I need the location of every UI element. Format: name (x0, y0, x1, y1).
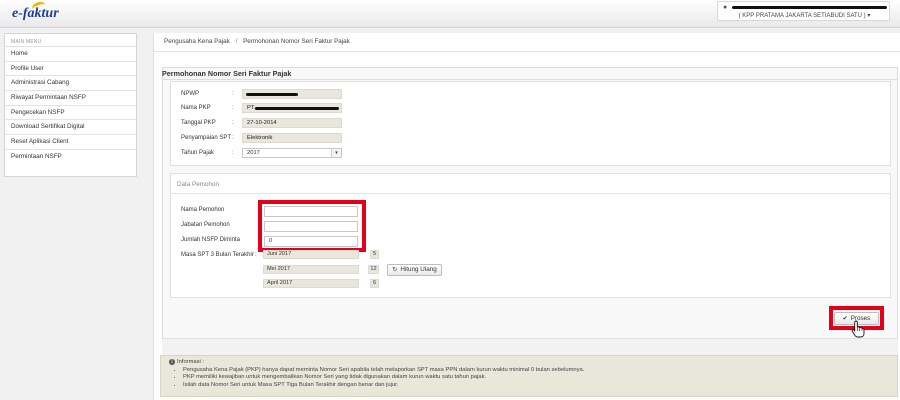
masa-period-3: April 2017 (263, 279, 359, 288)
tanggal-pkp-label: Tanggal PKP (181, 120, 216, 126)
info-item: Pengusaha Kena Pajak (PKP) hanya dapat m… (183, 367, 584, 374)
jabatan-pemohon-label: Jabatan Pemohon (181, 222, 230, 228)
masa-count-3: 6 (370, 279, 379, 288)
user-office: ( KPP PRATAMA JAKARTA SETIABUDI SATU ) ▾ (738, 13, 871, 19)
jumlah-nsfp-label: Jumlah NSFP Diminta (181, 237, 240, 243)
sidebar-item-permintaan-nsfp[interactable]: Permintaan NSFP (5, 150, 136, 165)
masa-period-1: Juni 2017 (263, 250, 359, 259)
chevron-down-icon: ▾ (867, 13, 871, 19)
sidebar: MAIN MENU Home Profile User Administrasi… (4, 33, 137, 177)
info-list: Pengusaha Kena Pajak (PKP) hanya dapat m… (177, 367, 584, 389)
panel-title-divider (162, 79, 898, 80)
nama-pemohon-label: Nama Pemohon (181, 207, 225, 213)
masa-period-2: Mei 2017 (263, 265, 359, 274)
hitung-ulang-button[interactable]: ↻ Hitung Ulang (387, 264, 442, 276)
sidebar-item-home[interactable]: Home (5, 47, 136, 62)
tahun-pajak-colon: : (232, 150, 234, 156)
breadcrumb: Pengusaha Kena Pajak / Permohonan Nomor … (164, 38, 350, 45)
info-icon: i (169, 359, 175, 365)
tanggal-pkp-colon: : (232, 120, 234, 126)
npwp-label: NPWP (181, 91, 199, 97)
masa-count-2: 12 (368, 265, 379, 274)
nama-pkp-redacted (255, 107, 339, 110)
check-icon: ✔ (842, 316, 848, 322)
info-item: PKP memiliki kewajiban untuk mengembalik… (183, 374, 584, 381)
npwp-colon: : (232, 91, 234, 97)
breadcrumb-current: Permohonan Nomor Seri Faktur Pajak (243, 38, 350, 45)
masa-spt-colon: : (255, 252, 257, 258)
hitung-ulang-label: Hitung Ulang (400, 266, 437, 273)
tahun-pajak-select[interactable]: 2017 ▾ (242, 148, 342, 158)
user-menu[interactable]: ● ( KPP PRATAMA JAKARTA SETIABUDI SATU )… (717, 1, 890, 21)
nama-pkp-label: Nama PKP (181, 105, 211, 111)
sidebar-item-download-sertifikat[interactable]: Download Sertifikat Digital (5, 120, 136, 136)
sidebar-item-profile-user[interactable]: Profile User (5, 62, 136, 77)
user-icon: ● (723, 4, 728, 11)
sidebar-item-reset-aplikasi[interactable]: Reset Aplikasi Client (5, 135, 136, 150)
tanggal-pkp-field: 27-10-2014 (242, 118, 342, 128)
penyampaian-spt-field: Elektronik (242, 133, 342, 143)
chevron-down-icon: ▾ (331, 149, 341, 157)
penyampaian-spt-label: Penyampaian SPT (181, 135, 232, 141)
panel-title: Permohonan Nomor Seri Faktur Pajak (162, 69, 292, 78)
npwp-redacted (246, 93, 298, 96)
masa-spt-label: Masa SPT 3 Bulan Terakhir (181, 252, 254, 258)
breadcrumb-separator: / (235, 38, 238, 45)
main-content: Pengusaha Kena Pajak / Permohonan Nomor … (153, 33, 900, 400)
top-bar: e-faktur ● ( KPP PRATAMA JAKARTA SETIABU… (0, 0, 900, 28)
pemohon-section-title: Data Pemohon (177, 181, 220, 188)
info-title: i Informasi : (169, 359, 204, 365)
sidebar-item-pengecekan-nsfp[interactable]: Pengecekan NSFP (5, 106, 136, 121)
pemohon-section-divider (170, 193, 891, 194)
refresh-icon: ↻ (392, 267, 398, 273)
highlight-pemohon-inputs (258, 200, 366, 252)
tahun-pajak-label: Tahun Pajak (181, 150, 215, 156)
masa-count-1: 5 (370, 250, 379, 259)
breadcrumb-divider (154, 51, 900, 52)
info-box: iInformasi : Pengusaha Kena Pajak (PKP) … (160, 355, 898, 397)
sidebar-item-riwayat-permintaan[interactable]: Riwayat Permintaan NSFP (5, 91, 136, 106)
sidebar-item-administrasi-cabang[interactable]: Administrasi Cabang (5, 76, 136, 92)
hand-cursor-icon (851, 320, 865, 338)
tahun-pajak-value: 2017 (247, 150, 260, 156)
sidebar-title: MAIN MENU (5, 34, 136, 47)
breadcrumb-parent[interactable]: Pengusaha Kena Pajak (164, 38, 230, 45)
nama-pkp-colon: : (232, 105, 234, 111)
info-item: Isilah data Nomor Seri untuk Masa SPT Ti… (183, 382, 584, 389)
penyampaian-spt-colon: : (232, 135, 234, 141)
user-name-redacted (732, 6, 887, 9)
